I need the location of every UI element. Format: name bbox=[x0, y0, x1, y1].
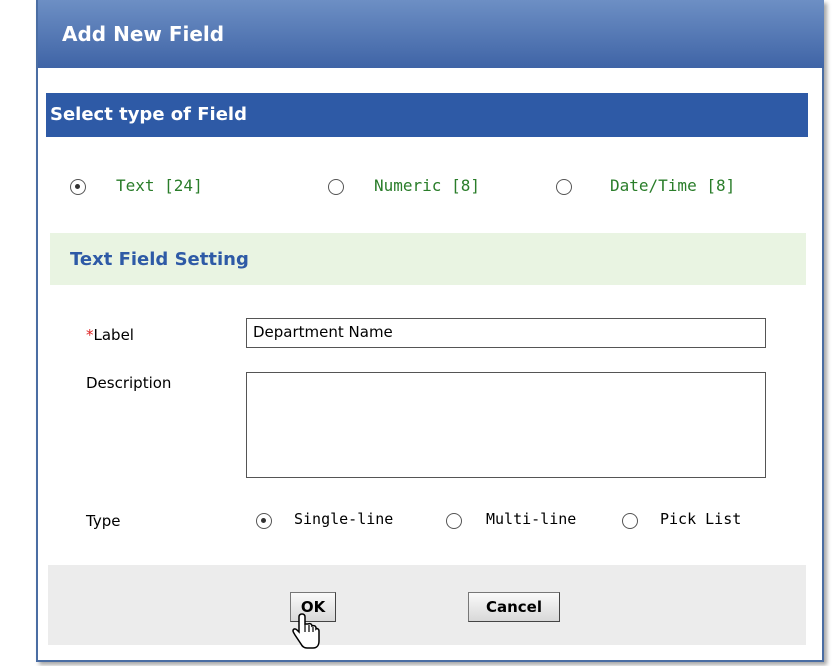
label-input[interactable]: Department Name bbox=[246, 318, 766, 348]
field-type-numeric-label[interactable]: Numeric [8] bbox=[374, 176, 480, 195]
type-pick-list-label[interactable]: Pick List bbox=[660, 510, 741, 528]
text-field-setting-header: Text Field Setting bbox=[50, 233, 806, 285]
select-field-type-heading: Select type of Field bbox=[50, 104, 247, 125]
dialog-footer bbox=[48, 565, 806, 645]
text-field-setting-heading: Text Field Setting bbox=[70, 249, 249, 270]
required-marker: * bbox=[86, 326, 94, 344]
field-type-radio-group: Text [24] Numeric [8] Date/Time [8] bbox=[62, 170, 802, 204]
description-caption: Description bbox=[86, 374, 172, 392]
dialog-title-bar[interactable]: Add New Field bbox=[38, 0, 824, 68]
type-single-line-label[interactable]: Single-line bbox=[294, 510, 393, 528]
type-pick-list-radio[interactable] bbox=[622, 513, 638, 529]
type-multi-line-radio[interactable] bbox=[446, 513, 462, 529]
add-new-field-dialog: Add New Field Select type of Field Text … bbox=[36, 0, 824, 662]
label-caption: *Label bbox=[86, 326, 134, 344]
field-type-text-radio[interactable] bbox=[70, 179, 86, 195]
type-single-line-radio[interactable] bbox=[256, 513, 272, 529]
select-field-type-header: Select type of Field bbox=[46, 93, 808, 137]
hand-pointer-icon bbox=[292, 613, 320, 649]
cancel-button[interactable]: Cancel bbox=[468, 592, 560, 622]
field-type-datetime-radio[interactable] bbox=[556, 179, 572, 195]
description-textarea[interactable] bbox=[246, 372, 766, 478]
field-type-datetime-label[interactable]: Date/Time [8] bbox=[610, 176, 735, 195]
field-type-text-label[interactable]: Text [24] bbox=[116, 176, 203, 195]
type-caption: Type bbox=[86, 512, 121, 530]
type-multi-line-label[interactable]: Multi-line bbox=[486, 510, 576, 528]
field-type-numeric-radio[interactable] bbox=[328, 179, 344, 195]
dialog-title: Add New Field bbox=[62, 22, 225, 46]
label-caption-text: Label bbox=[93, 326, 134, 344]
